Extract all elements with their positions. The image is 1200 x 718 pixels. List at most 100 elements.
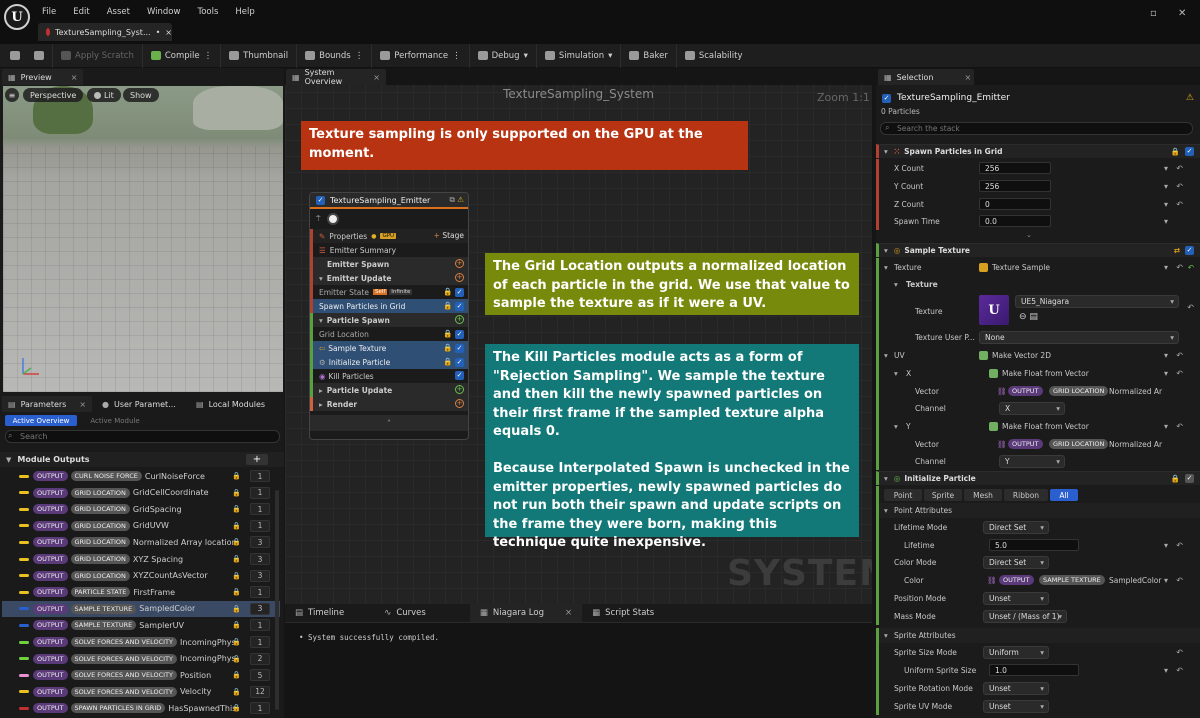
tab-local-modules[interactable]: ▤ Local Modules bbox=[190, 396, 271, 412]
render-row[interactable]: ▸ Render + bbox=[310, 397, 468, 411]
menu-edit[interactable]: Edit bbox=[73, 7, 89, 17]
parameter-row[interactable]: OUTPUT SOLVE FORCES AND VELOCITY IncomingP… bbox=[2, 634, 280, 650]
active-overview-tab[interactable]: Active Overview bbox=[5, 415, 77, 426]
spawn-particles-grid-row[interactable]: Spawn Particles in Grid 🔒 ✓ bbox=[310, 299, 468, 313]
tab-curves[interactable]: ∿ Curves bbox=[374, 604, 436, 622]
tab-system-overview[interactable]: ▦ System Overview × bbox=[286, 68, 386, 86]
initialize-particle-header[interactable]: ▾ ◎ Initialize Particle 🔒 ✓ bbox=[876, 471, 1200, 485]
unreal-logo-icon[interactable]: U bbox=[4, 4, 30, 30]
menu-file[interactable]: File bbox=[42, 7, 56, 17]
sample-texture-enabled-checkbox[interactable]: ✓ bbox=[1185, 246, 1194, 255]
emitter-node-header[interactable]: ✓ TextureSampling_Emitter ⧉ ⚠ bbox=[310, 193, 468, 209]
menu-help[interactable]: Help bbox=[235, 7, 254, 17]
apply-scratch-button[interactable]: Apply Scratch bbox=[53, 43, 143, 68]
reset-icon[interactable]: ↶ bbox=[1176, 648, 1183, 657]
emitter-state-checkbox[interactable]: ✓ bbox=[455, 288, 464, 297]
filter-ribbon[interactable]: Ribbon bbox=[1004, 489, 1048, 501]
sprite-rotation-mode-dropdown[interactable]: Unset bbox=[983, 681, 1049, 695]
show-button[interactable]: Show bbox=[123, 88, 159, 102]
emitter-summary-row[interactable]: ☰ Emitter Summary bbox=[310, 243, 468, 257]
chevron-down-icon[interactable]: ▾ bbox=[1164, 217, 1168, 226]
lifetime-input[interactable]: 5.0 bbox=[989, 539, 1079, 551]
kill-particles-row[interactable]: ◉ Kill Particles ✓ bbox=[310, 369, 468, 383]
reset-icon[interactable]: ↶ bbox=[1176, 422, 1183, 431]
comment-gpu-only[interactable]: Texture sampling is only supported on th… bbox=[301, 121, 748, 170]
sprite-attributes-header[interactable]: ▾ Sprite Attributes bbox=[876, 628, 1200, 643]
z-count-input[interactable]: 0 bbox=[979, 198, 1051, 210]
open-emitter-icon[interactable]: ⧉ ⚠ bbox=[450, 195, 464, 205]
parameters-search-input[interactable] bbox=[5, 430, 280, 443]
chevron-down-icon[interactable]: ▾ bbox=[1164, 541, 1168, 550]
chevron-down-icon[interactable]: ▾ bbox=[1164, 164, 1168, 173]
compile-button[interactable]: Compile ⋮ bbox=[143, 43, 222, 68]
y-count-input[interactable]: 256 bbox=[979, 180, 1051, 192]
menu-window[interactable]: Window bbox=[147, 7, 181, 17]
baker-button[interactable]: Baker bbox=[621, 43, 677, 68]
add-parameter-button[interactable]: + bbox=[246, 454, 268, 465]
add-module-icon[interactable]: + bbox=[455, 315, 464, 324]
parameters-scrollbar[interactable] bbox=[275, 490, 279, 710]
close-icon[interactable]: × bbox=[71, 73, 78, 82]
add-module-icon[interactable]: + bbox=[455, 259, 464, 268]
browse-button[interactable] bbox=[26, 43, 53, 68]
menu-asset[interactable]: Asset bbox=[107, 7, 130, 17]
emitter-spawn-row[interactable]: Emitter Spawn + bbox=[310, 257, 468, 271]
bounds-button[interactable]: Bounds ⋮ bbox=[297, 43, 373, 68]
reset-icon[interactable]: ↶ bbox=[1176, 576, 1183, 585]
browse-icon[interactable]: ⊖ ▤ bbox=[1019, 312, 1038, 322]
lifetime-mode-dropdown[interactable]: Direct Set bbox=[983, 520, 1049, 534]
parameter-row[interactable]: OUTPUT SOLVE FORCES AND VELOCITY IncomingP… bbox=[2, 651, 280, 667]
reset-icon[interactable]: ↶ bbox=[1176, 200, 1183, 209]
emitter-thumbnail-icon[interactable] bbox=[326, 213, 339, 225]
close-icon[interactable]: × bbox=[165, 28, 172, 37]
viewport-menu-button[interactable]: ≡ bbox=[5, 88, 19, 102]
emitter-state-row[interactable]: Emitter State Self Infinite 🔒 ✓ bbox=[310, 285, 468, 299]
menu-tools[interactable]: Tools bbox=[197, 7, 218, 17]
system-overview-graph[interactable]: TextureSampling_System Zoom 1:1 Texture … bbox=[285, 85, 872, 605]
scalability-button[interactable]: Scalability bbox=[677, 44, 751, 68]
chevron-down-icon[interactable]: ▾ bbox=[1164, 351, 1168, 360]
reset-icon[interactable]: ↶ bbox=[1176, 541, 1183, 550]
spawn-grid-enabled-checkbox[interactable]: ✓ bbox=[1185, 147, 1194, 156]
linked-parameter-name[interactable]: Normalized Ar bbox=[1109, 440, 1162, 449]
initialize-particle-row[interactable]: ⚙ Initialize Particle 🔒 ✓ bbox=[310, 355, 468, 369]
emitter-node[interactable]: ✓ TextureSampling_Emitter ⧉ ⚠ ⍑ ✎ Proper… bbox=[309, 192, 469, 440]
tab-script-stats[interactable]: ▦ Script Stats bbox=[582, 604, 664, 622]
simulation-button[interactable]: Simulation ▾ bbox=[537, 43, 622, 68]
spawn-grid-header[interactable]: ▾ ⁙ Spawn Particles in Grid 🔒 ✓ bbox=[876, 144, 1200, 158]
preview-viewport[interactable]: ≡ Perspective Lit Show bbox=[3, 86, 283, 392]
kebab-icon[interactable]: ⋮ bbox=[204, 51, 213, 61]
close-icon[interactable]: × bbox=[79, 400, 86, 409]
chevron-down-icon[interactable]: ▾ bbox=[1164, 666, 1168, 675]
tab-preview[interactable]: ▦ Preview × bbox=[2, 69, 84, 85]
perspective-button[interactable]: Perspective bbox=[23, 88, 84, 102]
comment-grid-location[interactable]: The Grid Location outputs a normalized l… bbox=[485, 253, 859, 315]
channel-y-dropdown[interactable]: Y bbox=[999, 454, 1065, 468]
uniform-sprite-size-input[interactable]: 1.0 bbox=[989, 664, 1079, 676]
kebab-icon[interactable]: ⋮ bbox=[452, 51, 461, 61]
ue5-texture-thumbnail[interactable]: U bbox=[979, 295, 1009, 325]
save-button[interactable] bbox=[0, 44, 26, 68]
parameter-row[interactable]: OUTPUT SPAWN PARTICLES IN GRID HasSpawnedT… bbox=[2, 700, 280, 716]
parameter-row[interactable]: OUTPUT SAMPLE TEXTURE SamplerUV 🔒 1 bbox=[2, 617, 280, 633]
texture-asset-dropdown[interactable]: UE5_Niagara bbox=[1015, 295, 1179, 308]
sample-texture-checkbox[interactable]: ✓ bbox=[455, 344, 464, 353]
reset-icon[interactable]: ↶ bbox=[1176, 666, 1183, 675]
reset-icon[interactable]: ↶ bbox=[1176, 351, 1183, 360]
add-renderer-icon[interactable]: + bbox=[455, 399, 464, 408]
parameter-row[interactable]: OUTPUT GRID LOCATION XYZCountAsVector 🔒 3 bbox=[2, 568, 280, 584]
position-mode-dropdown[interactable]: Unset bbox=[983, 591, 1049, 605]
parameter-row[interactable]: OUTPUT GRID LOCATION GridUVW 🔒 1 bbox=[2, 518, 280, 534]
grid-location-row[interactable]: Grid Location 🔒 ✓ bbox=[310, 327, 468, 341]
chevron-down-icon[interactable]: ▾ bbox=[1164, 200, 1168, 209]
spawn-grid-checkbox[interactable]: ✓ bbox=[455, 302, 464, 311]
parameter-row[interactable]: OUTPUT SOLVE FORCES AND VELOCITY Position 🔒… bbox=[2, 667, 280, 683]
parameter-row[interactable]: OUTPUT GRID LOCATION GridSpacing 🔒 1 bbox=[2, 501, 280, 517]
uv-value[interactable]: Make Vector 2D bbox=[992, 351, 1051, 360]
tab-selection[interactable]: ▦ Selection × bbox=[878, 69, 974, 85]
sprite-size-mode-dropdown[interactable]: Uniform bbox=[983, 645, 1049, 659]
reset-icon[interactable]: ↶ bbox=[1187, 303, 1194, 312]
document-tab[interactable]: TextureSampling_Syst... • × bbox=[38, 23, 172, 41]
kill-particles-checkbox[interactable]: ✓ bbox=[455, 371, 464, 380]
texture-user-dropdown[interactable]: None bbox=[979, 330, 1179, 344]
